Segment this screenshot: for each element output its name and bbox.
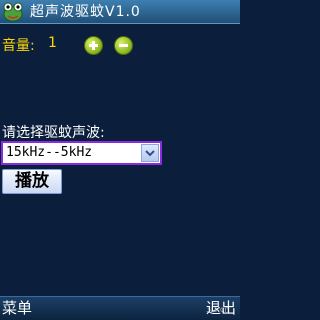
softkey-bar: 菜单 3G.cn 退出 [0,296,240,320]
app-title: 超声波驱蚊V1.0 [30,4,141,20]
volume-up-button[interactable] [84,36,103,55]
frog-icon [2,2,24,22]
volume-label: 音量: [2,38,35,54]
volume-down-button[interactable] [114,36,133,55]
play-button[interactable]: 播放 [2,169,62,194]
chevron-down-icon[interactable] [141,144,159,162]
frequency-selected-value: 15kHz--5kHz [6,145,93,160]
main-content: 音量: 1 请选择驱蚊声波: 15kHz--5kHz 播放 [0,24,240,296]
menu-softkey[interactable]: 菜单 [2,297,32,319]
exit-softkey[interactable]: 退出 [206,297,236,319]
frequency-label: 请选择驱蚊声波: [2,125,105,141]
volume-value: 1 [48,35,57,51]
title-bar: 超声波驱蚊V1.0 [0,0,240,24]
frequency-select[interactable]: 15kHz--5kHz [1,141,162,165]
